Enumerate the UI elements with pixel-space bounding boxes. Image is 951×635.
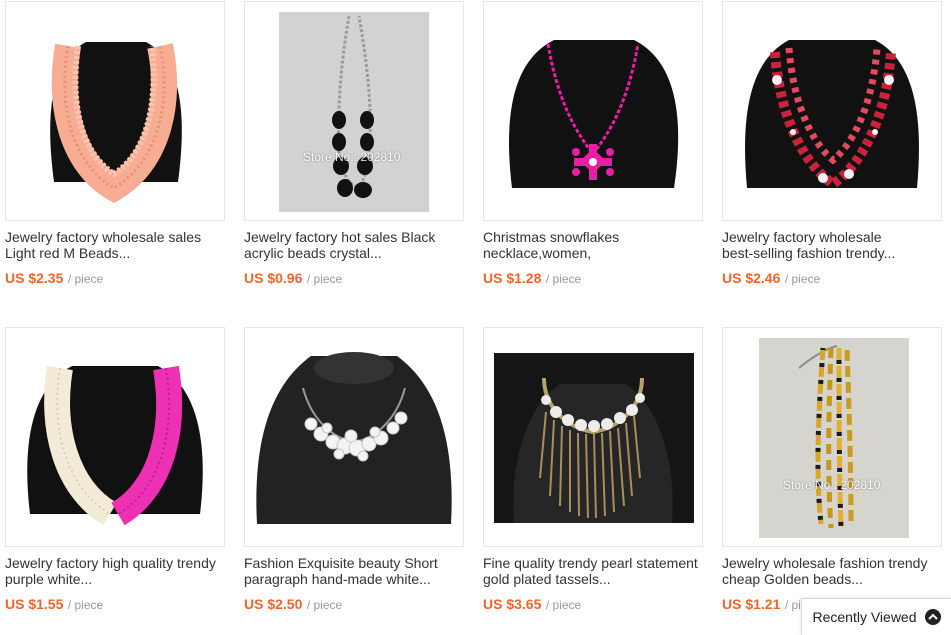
product-title-line: purple white... (5, 571, 93, 587)
product-image[interactable]: Store No.: 202810 (244, 1, 464, 221)
product-title-line: Jewelry factory wholesale sales (5, 229, 202, 245)
price-amount: US $2.35 (5, 270, 64, 286)
product-price: US $2.35 / piece (5, 270, 103, 288)
product-title-link[interactable]: Christmas snowflakes necklace,women, (483, 229, 698, 261)
product-title-link[interactable]: Jewelry wholesale fashion trendy cheap G… (722, 555, 937, 587)
product-image[interactable] (244, 327, 464, 547)
price-unit: / piece (545, 272, 582, 286)
product-price: US $0.96 / piece (244, 270, 342, 288)
product-title-line: Christmas snowflakes (483, 229, 620, 245)
chevron-up-icon (924, 609, 941, 625)
price-amount: US $2.46 (722, 270, 781, 286)
product-title-line: Fine quality trendy pearl statement (483, 555, 698, 571)
price-unit: / piece (67, 598, 104, 612)
product-grid: Jewelry factory wholesale sales Light re… (0, 0, 951, 635)
product-title-line: gold plated tassels... (483, 571, 611, 587)
product-title-line: Jewelry factory wholesale (722, 229, 882, 245)
product-image[interactable] (5, 1, 225, 221)
product-title-link[interactable]: Jewelry factory hot sales Black acrylic … (244, 229, 459, 261)
product-price: US $1.55 / piece (5, 596, 103, 614)
product-title-line: Light red M Beads... (5, 245, 131, 261)
product-title-line: cheap Golden beads... (722, 571, 863, 587)
product-title-line: best-selling fashion trendy... (722, 245, 896, 261)
image-watermark: Store No.: 202810 (303, 150, 401, 164)
product-title-line: Jewelry factory high quality trendy (5, 555, 216, 571)
product-title-link[interactable]: Jewelry factory wholesale best-selling f… (722, 229, 937, 261)
product-price: US $2.50 / piece (244, 596, 342, 614)
recently-viewed-label: Recently Viewed (812, 609, 917, 625)
price-amount: US $3.65 (483, 596, 542, 612)
price-amount: US $2.50 (244, 596, 303, 612)
product-title-link[interactable]: Fashion Exquisite beauty Short paragraph… (244, 555, 459, 587)
product-title-link[interactable]: Jewelry factory high quality trendy purp… (5, 555, 220, 587)
product-price: US $3.65 / piece (483, 596, 581, 614)
product-title-line: Jewelry wholesale fashion trendy (722, 555, 928, 571)
product-title-line: acrylic beads crystal... (244, 245, 382, 261)
price-amount: US $1.28 (483, 270, 542, 286)
product-price: US $2.46 / piece (722, 270, 820, 288)
price-amount: US $0.96 (244, 270, 303, 286)
product-image[interactable]: Store No.: 202810 (722, 327, 942, 547)
image-watermark: Store No.: 202810 (783, 478, 881, 492)
price-unit: / piece (67, 272, 104, 286)
product-title-line: necklace,women, (483, 245, 592, 261)
product-image[interactable] (722, 1, 942, 221)
product-title-line: Fashion Exquisite beauty Short (244, 555, 438, 571)
product-title-line: paragraph hand-made white... (244, 571, 431, 587)
product-image[interactable] (483, 327, 703, 547)
price-unit: / piece (784, 272, 821, 286)
price-unit: / piece (545, 598, 582, 612)
price-amount: US $1.55 (5, 596, 64, 612)
recently-viewed-button[interactable]: Recently Viewed (801, 598, 951, 635)
price-amount: US $1.21 (722, 596, 781, 612)
product-title-link[interactable]: Jewelry factory wholesale sales Light re… (5, 229, 220, 261)
product-price: US $1.28 / piece (483, 270, 581, 288)
price-unit: / piece (306, 598, 343, 612)
product-image[interactable] (483, 1, 703, 221)
price-unit: / piece (306, 272, 343, 286)
product-image[interactable] (5, 327, 225, 547)
product-title-line: Jewelry factory hot sales Black (244, 229, 436, 245)
product-title-link[interactable]: Fine quality trendy pearl statement gold… (483, 555, 698, 587)
